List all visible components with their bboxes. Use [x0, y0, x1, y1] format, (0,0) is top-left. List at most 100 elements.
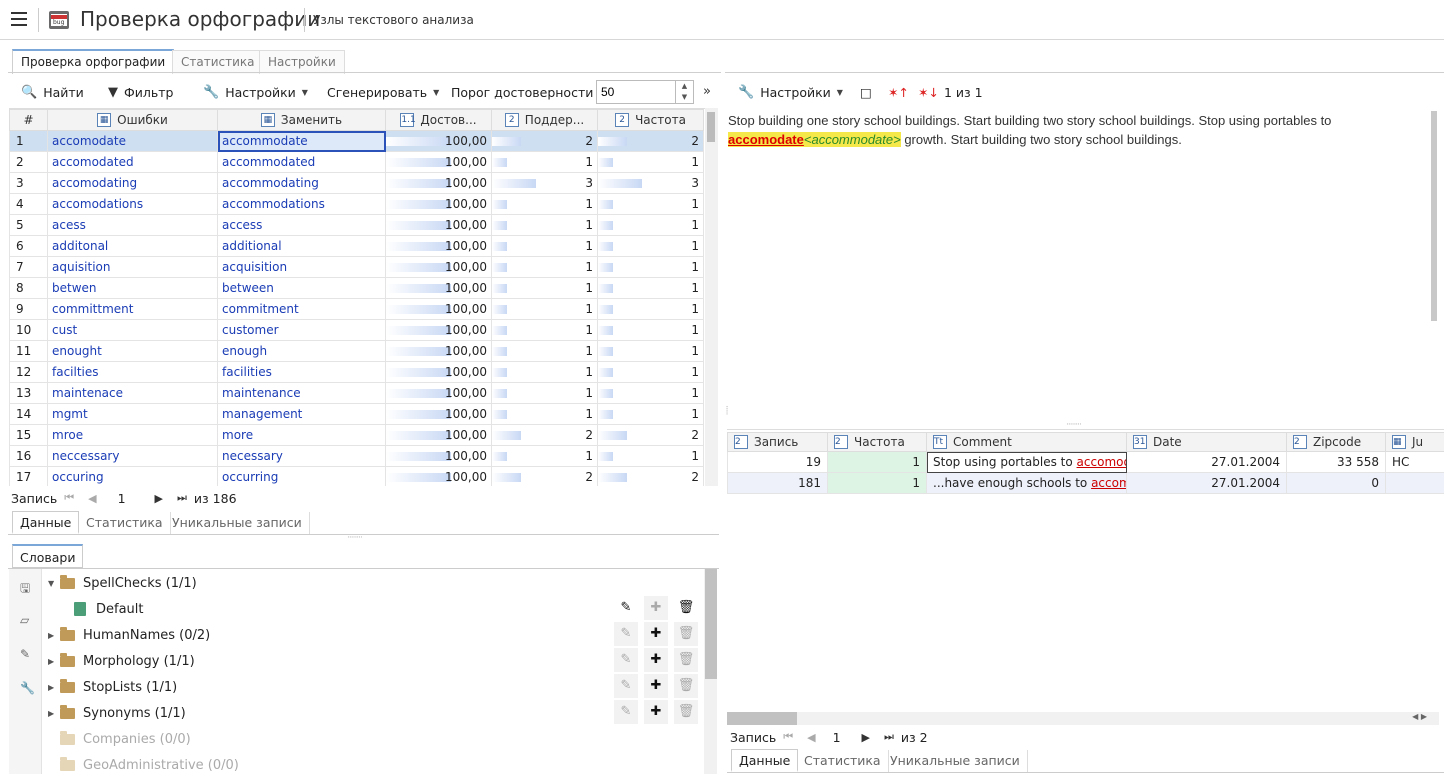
replace-cell[interactable]: more [217, 424, 386, 446]
subtab-data[interactable]: Данные [12, 511, 80, 534]
tree-item-humannames[interactable]: ▶ HumanNames (0/2) [48, 622, 704, 648]
chevron-up-icon[interactable]: ▲ [682, 82, 687, 90]
replace-cell[interactable]: acquisition [217, 256, 386, 278]
tab-dictionaries[interactable]: Словари [12, 544, 84, 568]
table-row[interactable]: 8 betwen between 100,00 1 1 [9, 277, 704, 299]
table-row[interactable]: 5 acess access 100,00 1 1 [9, 214, 704, 236]
table-row[interactable]: 6 additonal additional 100,00 1 1 [9, 235, 704, 257]
splitter-handle[interactable]: ········ [347, 533, 363, 543]
tree-item-morphology[interactable]: ▶ Morphology (1/1) [48, 648, 704, 674]
table-row[interactable]: 16 neccessary necessary 100,00 1 1 [9, 445, 704, 467]
replace-cell[interactable]: maintenance [217, 382, 386, 404]
replace-cell[interactable]: accommodating [217, 172, 386, 194]
table-row[interactable]: 10 cust customer 100,00 1 1 [9, 319, 704, 341]
replace-cell[interactable]: access [217, 214, 386, 236]
trash-icon[interactable]: 🗑 [674, 622, 698, 646]
chevron-right-icon[interactable]: ▶ [48, 631, 60, 640]
hamburger-menu-icon[interactable] [11, 12, 27, 28]
chevron-down-icon[interactable]: ▼ [48, 579, 60, 588]
tree-item-spellchecks[interactable]: ▼ SpellChecks (1/1) [48, 570, 704, 596]
pager-current[interactable]: 1 [833, 730, 841, 745]
tree-item-synonyms[interactable]: ▶ Synonyms (1/1) [48, 700, 704, 726]
grid-scrollbar[interactable] [705, 108, 718, 486]
text-scrollbar-thumb[interactable] [1431, 111, 1437, 321]
tree-item-companies[interactable]: Companies (0/0) [48, 726, 704, 752]
first-page-icon[interactable]: ⏮ [64, 491, 74, 505]
column-header-support[interactable]: 2 Поддер... [491, 109, 598, 131]
table-row[interactable]: 181 1 ...have enough schools to accomoc … [727, 472, 1444, 494]
subtab-statistics[interactable]: Статистика [797, 750, 889, 773]
document-text-view[interactable]: Stop building one story school buildings… [728, 111, 1428, 411]
add-plus-icon[interactable]: ✚ [644, 674, 668, 698]
edit-pencil-icon[interactable]: ✎ [614, 700, 638, 724]
prev-page-icon[interactable]: ◀ [807, 731, 815, 744]
subtab-unique-records[interactable]: Уникальные записи [883, 750, 1028, 773]
subtab-unique-records[interactable]: Уникальные записи [165, 512, 310, 535]
column-header-reliability[interactable]: 1.1 Достов... [385, 109, 492, 131]
scrollbar-thumb[interactable] [727, 712, 797, 725]
threshold-spinner[interactable]: ▲ ▼ [676, 80, 694, 104]
double-chevron-right-icon[interactable]: » [703, 84, 711, 99]
replace-cell[interactable]: accommodated [217, 151, 386, 173]
records-horizontal-scrollbar[interactable]: ◀ ▶ [727, 712, 1439, 725]
next-error-icon[interactable]: ✶↓ [918, 80, 939, 104]
misspelled-word[interactable]: accomodate [728, 132, 804, 147]
find-button[interactable]: 🔍 Найти [21, 80, 84, 104]
table-row[interactable]: 19 1 Stop using portables to accomodat 2… [727, 451, 1444, 473]
table-row[interactable]: 17 occuring occurring 100,00 2 2 [9, 466, 704, 486]
edit-pencil-icon[interactable]: ✎ [614, 674, 638, 698]
settings-dropdown[interactable]: 🔧 Настройки ▼ [203, 80, 308, 104]
scroll-arrows-icon[interactable]: ◀ ▶ [1412, 712, 1427, 721]
table-row[interactable]: 12 facilties facilities 100,00 1 1 [9, 361, 704, 383]
table-row[interactable]: 2 accomodated accommodated 100,00 1 1 [9, 151, 704, 173]
note-icon[interactable]: □ [860, 80, 872, 104]
add-plus-icon[interactable]: ✚ [644, 622, 668, 646]
edit-pencil-icon[interactable]: ✎ [614, 648, 638, 672]
replace-cell[interactable]: accommodate [217, 130, 386, 152]
column-header-number[interactable]: # [9, 109, 48, 131]
filter-button[interactable]: ▼ Фильтр [108, 80, 173, 104]
replace-cell[interactable]: occurring [217, 466, 386, 486]
splitter-handle[interactable]: ········ [1066, 420, 1082, 430]
right-settings-dropdown[interactable]: 🔧 Настройки ▼ [738, 80, 843, 104]
replace-cell[interactable]: additional [217, 235, 386, 257]
trash-icon[interactable]: 🗑 [674, 596, 698, 620]
tree-item-geoadministrative[interactable]: GeoAdministrative (0/0) [48, 752, 704, 778]
next-page-icon[interactable]: ▶ [155, 492, 163, 505]
comment-cell[interactable]: ...have enough schools to accomoc [926, 472, 1127, 494]
table-row[interactable]: 11 enought enough 100,00 1 1 [9, 340, 704, 362]
tab-spellcheck[interactable]: Проверка орфографии [12, 49, 175, 74]
last-page-icon[interactable]: ⏭ [177, 491, 187, 505]
column-header-frequency[interactable]: 2 Частота [597, 109, 704, 131]
suggested-word[interactable]: <accommodate> [803, 132, 901, 147]
add-plus-icon[interactable]: ✚ [644, 700, 668, 724]
subtab-data[interactable]: Данные [731, 749, 799, 772]
edit-pencil-icon[interactable]: ✎ [614, 622, 638, 646]
add-plus-icon[interactable]: ✚ [644, 596, 668, 620]
tab-settings[interactable]: Настройки [259, 50, 345, 74]
pager-current[interactable]: 1 [118, 491, 126, 506]
scrollbar-thumb[interactable] [707, 112, 715, 142]
first-page-icon[interactable]: ⏮ [783, 730, 793, 744]
chevron-right-icon[interactable]: ▶ [48, 657, 60, 666]
table-row[interactable]: 13 maintenace maintenance 100,00 1 1 [9, 382, 704, 404]
trash-icon[interactable]: 🗑 [674, 674, 698, 698]
column-header-zipcode[interactable]: 2 Zipcode [1286, 432, 1386, 452]
generate-dropdown[interactable]: Сгенерировать ▼ [327, 80, 439, 104]
column-header-replace[interactable]: ▦ Заменить [217, 109, 386, 131]
table-row[interactable]: 14 mgmt management 100,00 1 1 [9, 403, 704, 425]
column-header-errors[interactable]: ▦ Ошибки [47, 109, 218, 131]
trash-icon[interactable]: 🗑 [674, 648, 698, 672]
table-row[interactable]: 9 committment commitment 100,00 1 1 [9, 298, 704, 320]
tree-item-default[interactable]: Default [74, 596, 704, 622]
comment-cell[interactable]: Stop using portables to accomodat [926, 451, 1127, 473]
prev-page-icon[interactable]: ◀ [88, 492, 96, 505]
edit-icon[interactable]: ✎ [20, 647, 30, 661]
save-icon[interactable]: 🖫 [20, 579, 30, 600]
chevron-right-icon[interactable]: ▶ [48, 683, 60, 692]
eraser-icon[interactable]: ▱ [20, 613, 29, 627]
column-header-date[interactable]: 31 Date [1126, 432, 1287, 452]
replace-cell[interactable]: management [217, 403, 386, 425]
table-row[interactable]: 4 accomodations accommodations 100,00 1 1 [9, 193, 704, 215]
dictionaries-scrollbar[interactable] [704, 569, 717, 774]
